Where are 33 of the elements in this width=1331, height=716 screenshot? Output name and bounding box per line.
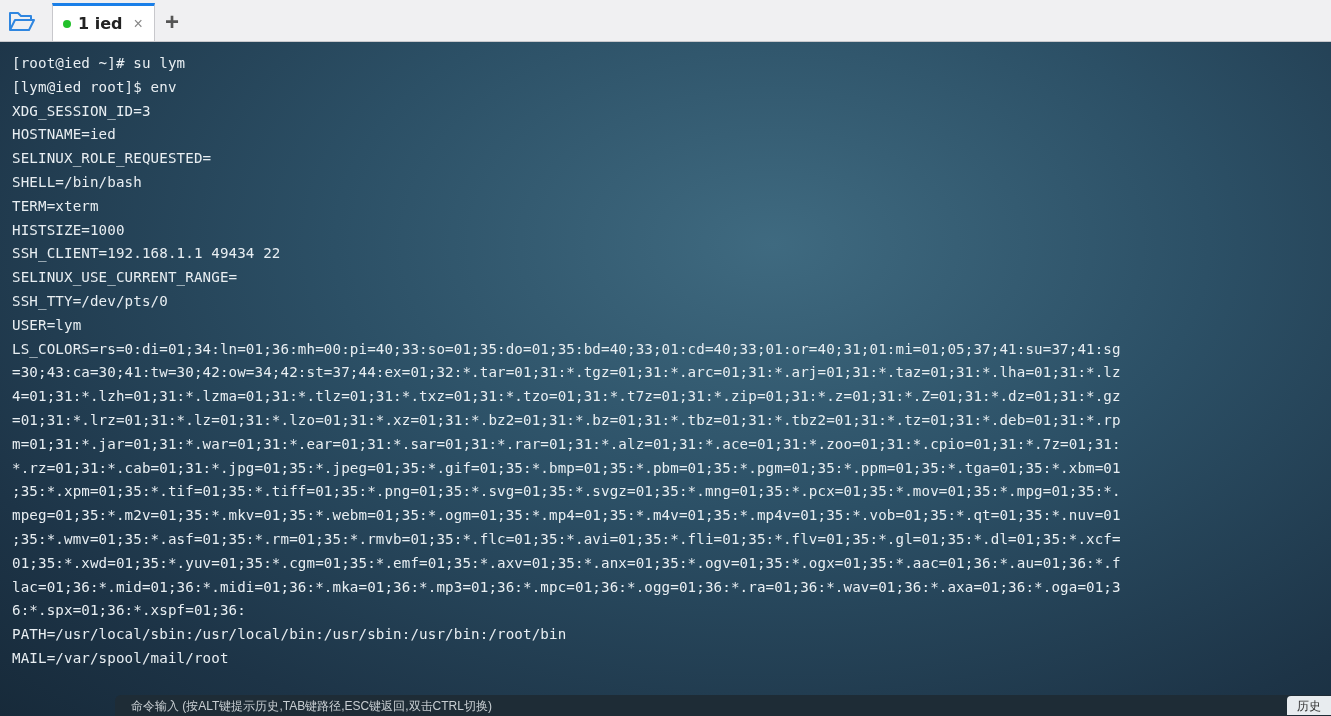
command-input-field[interactable]: 命令输入 (按ALT键提示历史,TAB键路径,ESC键返回,双击CTRL切换) 历史 xyxy=(115,695,1331,716)
terminal-line: TERM=xterm xyxy=(12,196,100,216)
terminal-line: HISTSIZE=1000 xyxy=(12,220,126,240)
history-button[interactable]: 历史 xyxy=(1287,696,1331,715)
terminal-line: PATH=/usr/local/sbin:/usr/local/bin:/usr/sbin:/usr/bin:/root/bin xyxy=(12,625,568,645)
terminal-line: =30;43:ca=30;41:tw=30;42:ow=34;42:st=37;44:ex=01;32:*.tar=01;31:*.tgz=01;31:*.arc=01;31:*.arj=01;31:*.taz=01;31:*.lha=01;31:*.lz xyxy=(12,363,1122,383)
terminal-line: [lym@ied root]$ env xyxy=(12,77,178,97)
terminal-line: m=01;31:*.jar=01;31:*.war=01;31:*.ear=01;31:*.sar=01;31:*.rar=01;31:*.alz=01;31:*.ace=01;31:*.zoo=01;31:*.cpio=01;31:*.7z=01;31: xyxy=(12,434,1122,454)
terminal-line: 01;35:*.xwd=01;35:*.yuv=01;35:*.cgm=01;35:*.emf=01;35:*.axv=01;35:*.anx=01;35:*.ogv=01;35:*.ogx=01;35:*.aac=01;36:*.au=01;36:*.f xyxy=(12,553,1122,573)
terminal-line: MAIL=/var/spool/mail/root xyxy=(12,648,230,668)
terminal-line: XDG_SESSION_ID=3 xyxy=(12,101,152,122)
terminal-line: mpeg=01;35:*.m2v=01;35:*.mkv=01;35:*.webm=01;35:*.ogm=01;35:*.mp4=01;35:*.m4v=01;35:*.mp4v=01;35:*.vob=01;35:*.qt=01;35:*.nuv=01 xyxy=(12,506,1122,526)
terminal-line: SHELL=/bin/bash xyxy=(12,173,143,192)
folder-icon xyxy=(8,10,36,32)
terminal-line: SSH_TTY=/dev/pts/0 xyxy=(12,291,169,312)
terminal-line: SELINUX_USE_CURRENT_RANGE= xyxy=(12,268,239,288)
session-tab[interactable]: 1 ied × xyxy=(52,3,155,41)
terminal-line: *.rz=01;31:*.cab=01;31:*.jpg=01;35:*.jpeg=01;35:*.gif=01;35:*.bmp=01;35:*.pbm=01;35:*.pgm=01;35:*.ppm=01;35:*.tga=01;35:*.xbm=01 xyxy=(12,458,1122,478)
terminal-line: SELINUX_ROLE_REQUESTED= xyxy=(12,149,213,169)
terminal-line: HOSTNAME=ied xyxy=(12,125,117,145)
terminal-line: LS_COLORS=rs=0:di=01;34:ln=01;36:mh=00:pi=40;33:so=01;35:do=01;35:bd=40;33;01:cd=40;33;01:or=40;31;01:mi=01;05;37;41:su=37;41:sg xyxy=(12,339,1122,360)
terminal-line: lac=01;36:*.mid=01;36:*.midi=01;36:*.mka=01;36:*.mp3=01;36:*.mpc=01;36:*.ogg=01;36:*.ra=01;36:*.wav=01;36:*.axa=01;36:*.oga=01;3 xyxy=(12,577,1122,597)
terminal-line: ;35:*.wmv=01;35:*.asf=01;35:*.rm=01;35:*.rmvb=01;35:*.flc=01;35:*.avi=01;35:*.fli=01;35:*.flv=01;35:*.gl=01;35:*.dl=01;35:*.xcf= xyxy=(12,529,1122,549)
terminal-line: =01;31:*.lrz=01;31:*.lz=01;31:*.lzo=01;31:*.xz=01;31:*.bz2=01;31:*.bz=01;31:*.tbz=01;31:*.tbz2=01;31:*.tz=01;31:*.deb=01;31:*.rp xyxy=(12,410,1122,430)
new-tab-button[interactable]: + xyxy=(155,3,189,41)
terminal-line: 4=01;31:*.lzh=01;31:*.lzma=01;31:*.tlz=01;31:*.txz=01;31:*.tzo=01;31:*.t7z=01;31:*.zip=01;31:*.z=01;31:*.Z=01;31:*.dz=01;31:*.gz xyxy=(12,387,1122,407)
terminal-line: ;35:*.xpm=01;35:*.tif=01;35:*.tiff=01;35:*.png=01;35:*.svg=01;35:*.svgz=01;35:*.mng=01;35:*.pcx=01;35:*.mov=01;35:*.mpg=01;35:*. xyxy=(12,482,1122,502)
terminal-line: SSH_CLIENT=192.168.1.1 49434 22 xyxy=(12,244,282,264)
terminal-line: USER=lym xyxy=(12,315,83,335)
close-tab-button[interactable]: × xyxy=(133,14,143,33)
terminal-line: [root@ied ~]# su lym xyxy=(12,54,187,73)
terminal-line: 6:*.spx=01;36:*.xspf=01;36: xyxy=(12,601,247,621)
tab-label: 1 ied xyxy=(78,14,123,33)
